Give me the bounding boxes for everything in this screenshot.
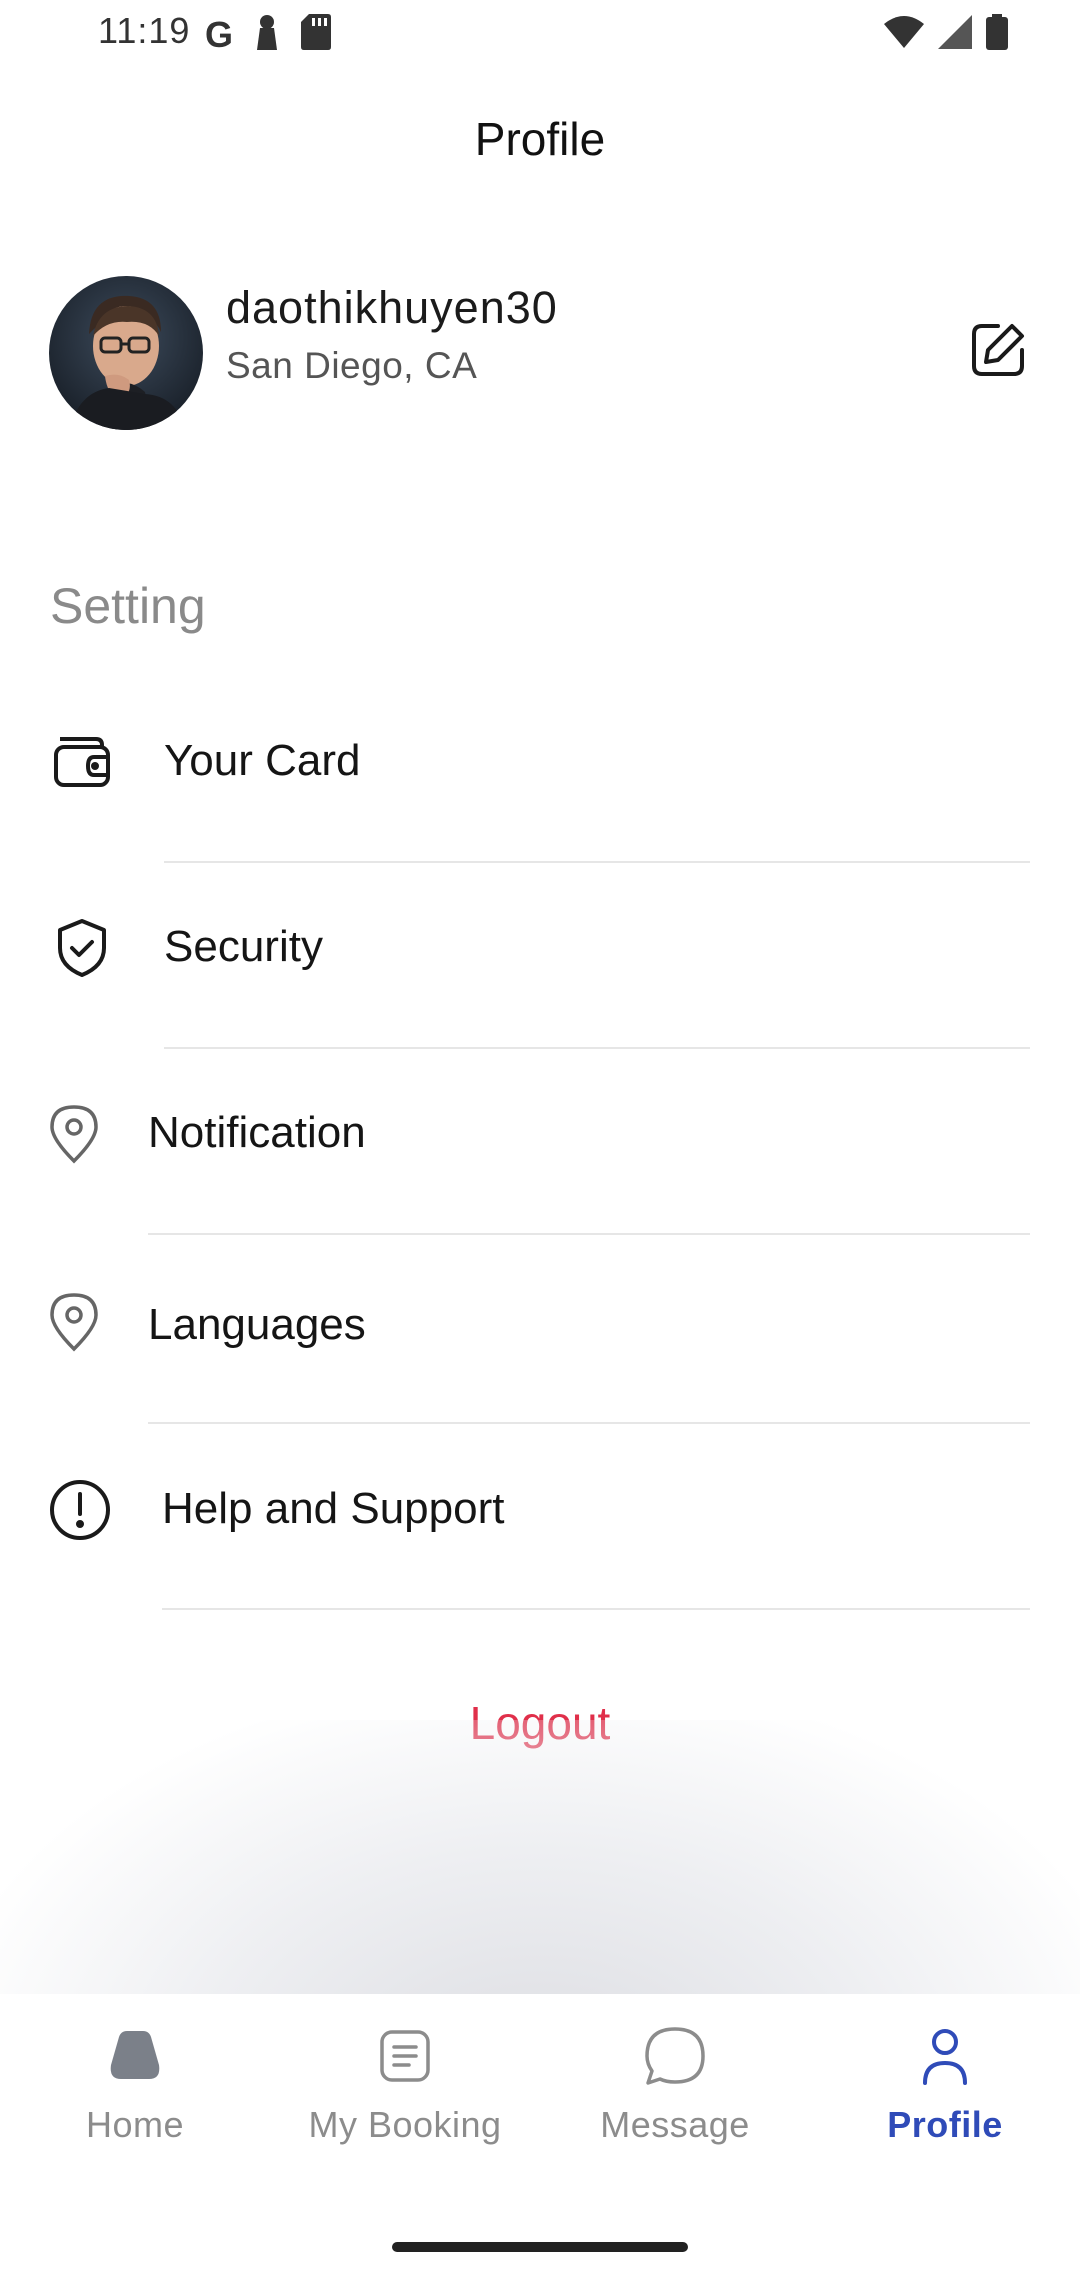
profile-screen: 11:19 G Profile daothikhuyen30 San Diego… <box>0 0 1080 2280</box>
nav-label: Profile <box>887 2104 1003 2145</box>
profile-icon <box>913 2024 977 2088</box>
bottom-fade <box>0 1720 1080 1995</box>
settings-item-label: Security <box>164 922 323 971</box>
nav-item-profile[interactable]: Profile <box>810 2024 1080 2194</box>
settings-item-label: Languages <box>148 1300 366 1349</box>
settings-heading: Setting <box>50 578 206 634</box>
settings-item-help-and-support[interactable]: Help and Support <box>0 1416 1080 1610</box>
divider <box>162 1608 1030 1610</box>
status-right-icons <box>884 14 1008 55</box>
edit-icon <box>968 320 1028 385</box>
location-pin-icon <box>38 1098 110 1170</box>
settings-item-notification[interactable]: Notification <box>0 1042 1080 1235</box>
settings-item-security[interactable]: Security <box>0 856 1080 1049</box>
message-icon <box>643 2024 707 2088</box>
nav-item-my-booking[interactable]: My Booking <box>270 2024 540 2194</box>
page-title: Profile <box>474 113 606 165</box>
nav-item-message[interactable]: Message <box>540 2024 810 2194</box>
settings-item-label: Help and Support <box>162 1484 505 1533</box>
wallet-icon <box>46 726 118 798</box>
shield-icon <box>46 912 118 984</box>
battery-icon <box>986 14 1008 55</box>
bottom-nav: Home My Booking Message Profile <box>0 1994 1080 2280</box>
location-pin-icon <box>38 1286 110 1358</box>
status-left-icons: G <box>205 13 332 55</box>
nav-label: My Booking <box>308 2104 502 2145</box>
notification-icon <box>255 14 279 55</box>
status-bar: 11:19 G <box>0 0 1080 70</box>
nav-label: Message <box>600 2104 750 2145</box>
edit-profile-button[interactable] <box>964 318 1032 386</box>
cellular-icon <box>938 15 972 54</box>
settings-item-label: Your Card <box>164 736 361 785</box>
settings-item-languages[interactable]: Languages <box>0 1228 1080 1424</box>
profile-location: San Diego, CA <box>226 345 478 386</box>
google-icon: G <box>205 13 234 55</box>
settings-item-your-card[interactable]: Your Card <box>0 670 1080 863</box>
alert-circle-icon <box>44 1474 116 1546</box>
settings-item-label: Notification <box>148 1108 366 1157</box>
booking-icon <box>373 2024 437 2088</box>
nav-label: Home <box>85 2104 185 2145</box>
home-indicator[interactable] <box>392 2242 688 2252</box>
profile-username: daothikhuyen30 <box>226 282 558 333</box>
sd-card-icon <box>301 14 332 55</box>
avatar[interactable] <box>49 276 203 430</box>
nav-item-home[interactable]: Home <box>0 2024 270 2194</box>
home-icon <box>103 2024 167 2088</box>
status-time: 11:19 <box>98 10 191 51</box>
wifi-icon <box>884 16 924 53</box>
